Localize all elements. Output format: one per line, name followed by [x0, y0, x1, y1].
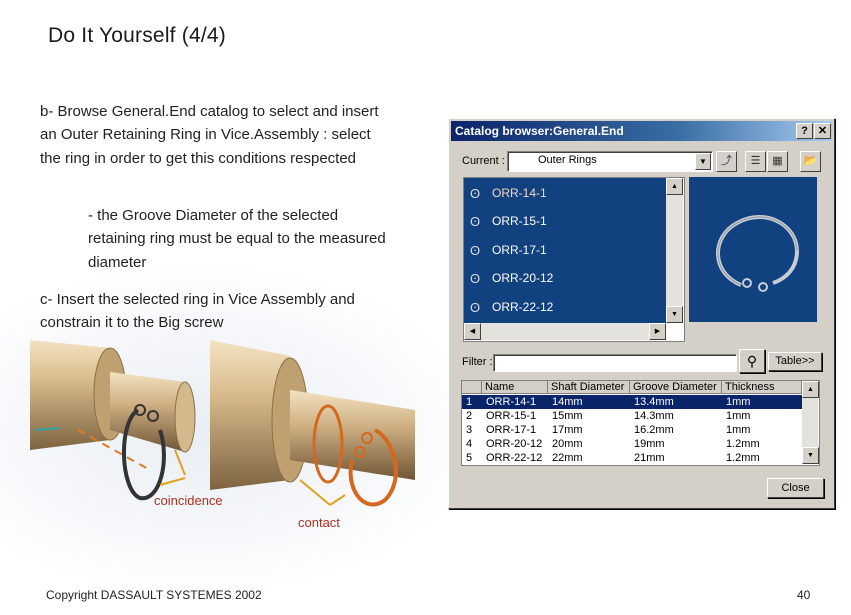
catalog-browser-dialog: Catalog browser:General.End ? ✕ Current … — [448, 118, 835, 509]
table-header-thickness[interactable]: Thickness — [722, 381, 802, 394]
list-item[interactable]: ʘ ORR-22-12 — [464, 294, 666, 322]
ring-icon: ʘ — [470, 300, 481, 315]
list-view-icon[interactable]: ☰ — [745, 151, 766, 172]
table-row[interactable]: 3 ORR-17-1 17mm 16.2mm 1mm — [462, 423, 802, 437]
instruction-c: c- Insert the selected ring in Vice Asse… — [40, 291, 355, 332]
table-row[interactable]: 5 ORR-22-12 22mm 21mm 1.2mm — [462, 451, 802, 465]
page-number: 40 — [797, 588, 811, 602]
list-item[interactable]: ʘ ORR-20-12 — [464, 265, 666, 293]
current-label: Current : — [462, 155, 505, 167]
parent-folder-icon[interactable]: ⤴ — [716, 151, 737, 172]
binoculars-icon[interactable]: ⚲ — [739, 349, 765, 373]
scroll-up-icon[interactable]: ▲ — [802, 381, 819, 398]
row-shaft: 22mm — [552, 452, 583, 464]
row-index: 4 — [466, 438, 473, 450]
row-name: ORR-14-1 — [486, 396, 537, 408]
list-item-label: ORR-17-1 — [492, 243, 547, 257]
row-thickness: 1.2mm — [726, 438, 760, 450]
row-groove: 16.2mm — [634, 424, 674, 436]
current-chapter-value: Outer Rings — [538, 154, 597, 166]
row-name: ORR-17-1 — [486, 424, 537, 436]
contact-markers — [299, 479, 346, 506]
list-item[interactable]: ʘ ORR-14-1 — [464, 180, 666, 208]
table-row[interactable]: 1 ORR-14-1 14mm 13.4mm 1mm — [462, 395, 802, 409]
row-index: 5 — [466, 452, 473, 464]
row-thickness: 1mm — [726, 396, 751, 408]
row-groove: 13.4mm — [634, 396, 674, 408]
filter-label: Filter : — [462, 356, 493, 368]
table-row[interactable]: 4 ORR-20-12 20mm 19mm 1.2mm — [462, 437, 802, 451]
list-item[interactable]: ʘ ORR-15-1 — [464, 208, 666, 236]
item-list-area: ʘ ORR-14-1 ʘ ORR-15-1 ʘ ORR-17-1 ʘ ORR-2… — [464, 178, 666, 323]
row-thickness: 1mm — [726, 410, 751, 422]
table-row[interactable]: 2 ORR-15-1 15mm 14.3mm 1mm — [462, 409, 802, 423]
slide-title: Do It Yourself (4/4) — [48, 24, 226, 47]
row-shaft: 20mm — [552, 438, 583, 450]
table-vertical-scrollbar[interactable]: ▲ ▼ — [802, 381, 819, 464]
scroll-right-icon[interactable]: ▶ — [649, 323, 666, 340]
scroll-down-icon[interactable]: ▼ — [666, 306, 683, 323]
scroll-left-icon[interactable]: ◀ — [464, 323, 481, 340]
list-item-label: ORR-22-12 — [492, 300, 554, 314]
table-header-shaft-diameter[interactable]: Shaft Diameter — [548, 381, 630, 394]
item-preview-pane — [689, 177, 817, 322]
row-thickness: 1mm — [726, 424, 751, 436]
scroll-down-icon[interactable]: ▼ — [802, 447, 819, 464]
ring-icon: ʘ — [470, 243, 481, 258]
ring-icon: ʘ — [470, 271, 481, 286]
list-item[interactable]: ʘ ORR-17-1 — [464, 237, 666, 265]
close-button[interactable]: Close — [767, 478, 824, 498]
big-screw-left — [30, 340, 196, 453]
assembly-illustration — [30, 340, 415, 507]
chevron-down-icon[interactable]: ▼ — [695, 153, 711, 170]
row-name: ORR-20-12 — [486, 438, 543, 450]
row-shaft: 15mm — [552, 410, 583, 422]
row-groove: 21mm — [634, 452, 665, 464]
instruction-b: b- Browse General.End catalog to select … — [40, 103, 379, 167]
current-chapter-combo[interactable]: Outer Rings ▼ — [507, 151, 713, 172]
catalog-item-list[interactable]: ʘ ORR-14-1 ʘ ORR-15-1 ʘ ORR-17-1 ʘ ORR-2… — [463, 177, 685, 342]
filter-input[interactable] — [493, 354, 737, 372]
row-groove: 14.3mm — [634, 410, 674, 422]
open-folder-icon[interactable]: 📂 — [800, 151, 821, 172]
dialog-title: Catalog browser:General.End — [455, 124, 624, 138]
table-header-groove-diameter[interactable]: Groove Diameter — [630, 381, 722, 394]
row-index: 1 — [466, 396, 473, 408]
row-index: 2 — [466, 410, 473, 422]
list-item-label: ORR-14-1 — [492, 186, 547, 200]
list-horizontal-scrollbar[interactable]: ◀ ▶ — [464, 323, 666, 340]
row-thickness: 1.2mm — [726, 452, 760, 464]
big-screw-right — [210, 340, 415, 490]
list-item-label: ORR-15-1 — [492, 214, 547, 228]
ring-icon: ʘ — [470, 214, 481, 229]
row-shaft: 14mm — [552, 396, 583, 408]
ring-icon: ʘ — [470, 186, 481, 201]
list-item-label: ORR-20-12 — [492, 271, 554, 285]
ring-preview-image — [716, 215, 800, 292]
row-groove: 19mm — [634, 438, 665, 450]
row-name: ORR-22-12 — [486, 452, 543, 464]
table-header-index — [462, 381, 482, 394]
table-button[interactable]: Table>> — [768, 352, 822, 371]
row-name: ORR-15-1 — [486, 410, 537, 422]
instruction-b-condition: - the Groove Diameter of the selected re… — [88, 207, 386, 271]
coincidence-label: coincidence — [154, 493, 223, 508]
close-window-button[interactable]: ✕ — [814, 123, 831, 139]
scroll-up-icon[interactable]: ▲ — [666, 178, 683, 195]
row-shaft: 17mm — [552, 424, 583, 436]
table-header-name[interactable]: Name — [482, 381, 548, 394]
row-index: 3 — [466, 424, 473, 436]
contact-label: contact — [298, 515, 340, 530]
list-vertical-scrollbar[interactable]: ▲ ▼ — [666, 178, 683, 323]
help-button[interactable]: ? — [796, 123, 813, 139]
detail-view-icon[interactable]: ▦ — [767, 151, 788, 172]
table-header: Name Shaft Diameter Groove Diameter Thic… — [462, 381, 802, 395]
copyright-footer: Copyright DASSAULT SYSTEMES 2002 — [46, 588, 262, 602]
dialog-title-bar: Catalog browser:General.End ? ✕ — [451, 121, 832, 141]
catalog-table[interactable]: Name Shaft Diameter Groove Diameter Thic… — [461, 380, 820, 466]
